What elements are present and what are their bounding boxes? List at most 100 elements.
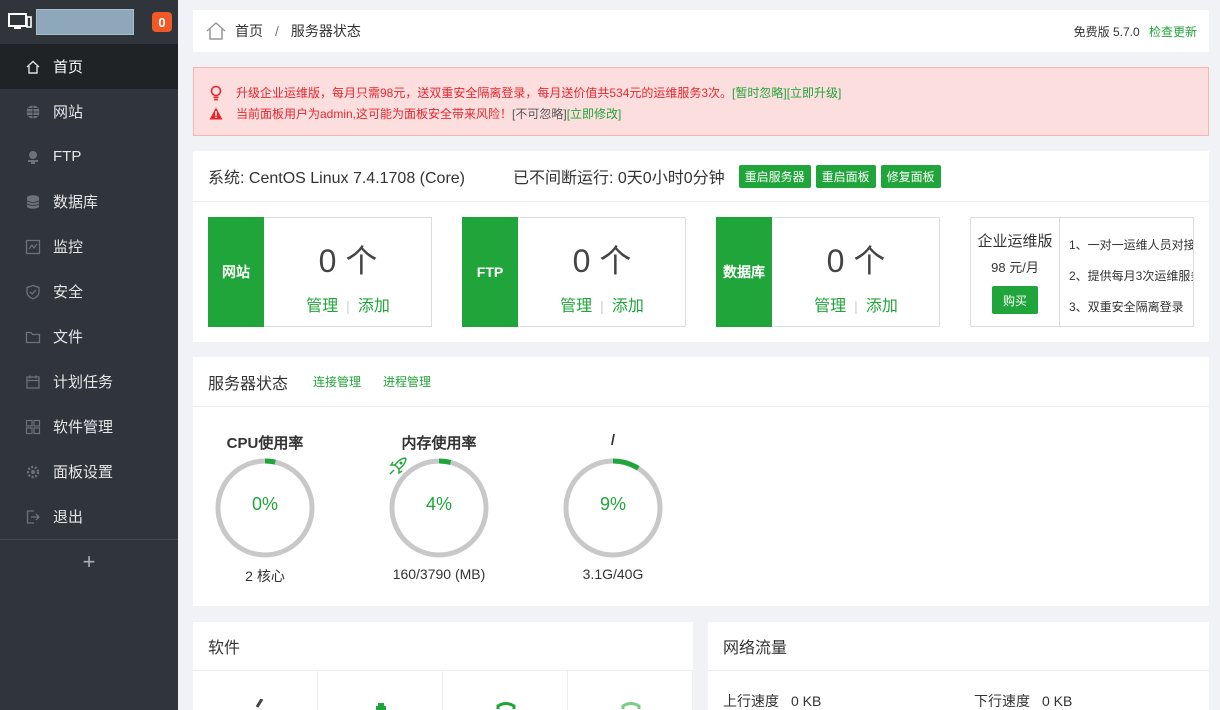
download-label: 下行速度: [974, 693, 1030, 709]
add-shortcut-button[interactable]: +: [0, 539, 178, 583]
memory-gauge[interactable]: 内存使用率 4% 160/3790 (MB): [379, 432, 499, 582]
bottle-icon: [376, 703, 386, 710]
process-manage-link[interactable]: 进程管理: [383, 373, 431, 390]
stat-count: 0 个: [826, 243, 886, 279]
sidebar-item-settings[interactable]: 面板设置: [0, 449, 178, 494]
alert-upgrade-text: 升级企业运维版，每月只需98元，送双重安全隔离登录，每月送价值共534元的运维服…: [236, 86, 733, 100]
sidebar: 0 首页 网站 FTP 数据库 监控 安全 文件 计划任务 软件管理 面板设置: [0, 0, 178, 710]
gauge-title: /: [610, 432, 616, 449]
network-panel: 网络流量 上行速度 0 KB 下行速度 0 KB: [708, 622, 1209, 710]
cannot-ignore-label: [不可忽略]: [512, 107, 567, 121]
sidebar-item-website[interactable]: 网站: [0, 89, 178, 134]
repair-panel-button[interactable]: 修复面板: [880, 164, 941, 188]
add-link[interactable]: 添加: [866, 298, 898, 315]
software-item[interactable]: [568, 671, 693, 710]
stat-divider: |: [600, 298, 604, 314]
upload-label: 上行速度: [723, 693, 779, 709]
enterprise-card: 企业运维版 98 元/月 购买 1、一对一运维人员对接 2、提供每月3次运维服务…: [970, 217, 1194, 327]
shield-icon: [621, 702, 641, 709]
add-link[interactable]: 添加: [358, 298, 390, 315]
upload-value: 0 KB: [791, 693, 822, 709]
sidebar-item-label: 首页: [53, 59, 84, 76]
database-stat-card: 数据库 0 个 管理 | 添加: [716, 217, 940, 327]
enterprise-price: 98 元/月: [991, 260, 1039, 275]
logout-icon: [25, 509, 41, 525]
calendar-icon: [25, 374, 41, 390]
sidebar-item-label: 安全: [53, 284, 84, 301]
network-title: 网络流量: [708, 622, 1209, 671]
ftp-stat-card: FTP 0 个 管理 | 添加: [462, 217, 686, 327]
tool-icon: [255, 699, 264, 708]
sidebar-item-label: 文件: [53, 329, 84, 346]
gauge-detail: 3.1G/40G: [582, 566, 644, 582]
stat-divider: |: [854, 298, 858, 314]
version-info: 免费版 5.7.0 检查更新: [1074, 23, 1197, 40]
gauge-ring: 9%: [561, 456, 665, 560]
gauge-percent: 9%: [599, 494, 626, 514]
uptime-info: 已不间断运行: 0天0小时0分钟: [513, 170, 725, 187]
sidebar-item-security[interactable]: 安全: [0, 269, 178, 314]
database-icon: [25, 194, 41, 210]
warning-alert: 升级企业运维版，每月只需98元，送双重安全隔离登录，每月送价值共534元的运维服…: [193, 67, 1209, 136]
sidebar-item-monitor[interactable]: 监控: [0, 224, 178, 269]
software-panel: 软件: [193, 622, 693, 710]
gauge-percent: 4%: [425, 494, 452, 514]
notification-badge[interactable]: 0: [152, 12, 172, 32]
breadcrumb-home[interactable]: 首页: [235, 21, 263, 41]
check-update-link[interactable]: 检查更新: [1149, 25, 1197, 39]
sidebar-item-label: 网站: [53, 104, 84, 121]
sidebar-item-files[interactable]: 文件: [0, 314, 178, 359]
alert-admin-text: 当前面板用户为admin,这可能为面板安全带来风险！: [236, 107, 513, 121]
cpu-gauge[interactable]: CPU使用率 0% 2 核心: [205, 432, 325, 586]
stat-count: 0 个: [572, 243, 632, 279]
sidebar-item-database[interactable]: 数据库: [0, 179, 178, 224]
warning-icon: [208, 107, 224, 120]
folder-icon: [25, 329, 41, 345]
restart-panel-button[interactable]: 重启面板: [815, 164, 876, 188]
restart-server-button[interactable]: 重启服务器: [738, 164, 811, 188]
rocket-icon[interactable]: [387, 456, 409, 476]
sidebar-item-logout[interactable]: 退出: [0, 494, 178, 539]
software-grid: [193, 671, 693, 710]
alert-upgrade-row: 升级企业运维版，每月只需98元，送双重安全隔离登录，每月送价值共534元的运维服…: [208, 82, 1208, 103]
sidebar-item-label: 软件管理: [53, 419, 114, 436]
software-item[interactable]: [193, 671, 318, 710]
connection-manage-link[interactable]: 连接管理: [313, 373, 361, 390]
breadcrumb-current: 服务器状态: [290, 23, 361, 39]
feature-item: 3、双重安全隔离登录: [1069, 300, 1184, 314]
ftp-icon: [25, 149, 41, 165]
enterprise-offer: 企业运维版 98 元/月 购买: [971, 218, 1060, 326]
disk-gauge[interactable]: / 9% 3.1G/40G: [553, 432, 673, 582]
upgrade-now-link[interactable]: [立即升级]: [787, 84, 842, 101]
monitor-icon: [25, 239, 41, 255]
system-panel: 系统: CentOS Linux 7.4.1708 (Core) 已不间断运行:…: [193, 151, 1209, 342]
gauge-detail: 160/3790 (MB): [392, 566, 486, 582]
stat-actions: 管理 | 添加: [773, 292, 939, 316]
stat-count: 0 个: [318, 243, 378, 279]
buy-button[interactable]: 购买: [992, 286, 1038, 314]
lightbulb-icon: [208, 85, 224, 101]
modify-now-link[interactable]: [立即修改]: [567, 105, 622, 122]
add-link[interactable]: 添加: [612, 298, 644, 315]
sidebar-item-label: 计划任务: [53, 374, 114, 391]
gear-icon: [25, 464, 41, 480]
breadcrumb-separator: /: [275, 23, 279, 39]
sidebar-item-home[interactable]: 首页: [0, 44, 178, 89]
sidebar-header: 0: [0, 0, 178, 44]
sidebar-item-ftp[interactable]: FTP: [0, 134, 178, 179]
alert-admin-row: 当前面板用户为admin,这可能为面板安全带来风险！ [不可忽略] [立即修改]: [208, 103, 1208, 124]
ignore-temporarily-link[interactable]: [暂时忽略]: [732, 84, 787, 101]
software-item[interactable]: [443, 671, 568, 710]
manage-link[interactable]: 管理: [306, 298, 338, 315]
software-item[interactable]: [318, 671, 443, 710]
website-stat-card: 网站 0 个 管理 | 添加: [208, 217, 432, 327]
manage-link[interactable]: 管理: [814, 298, 846, 315]
home-icon[interactable]: [205, 20, 227, 42]
upload-speed: 上行速度 0 KB: [723, 691, 821, 710]
sidebar-item-label: FTP: [53, 148, 82, 165]
sidebar-item-cron[interactable]: 计划任务: [0, 359, 178, 404]
manage-link[interactable]: 管理: [560, 298, 592, 315]
stat-tag: 网站: [208, 217, 264, 327]
sidebar-item-software[interactable]: 软件管理: [0, 404, 178, 449]
feature-item: 2、提供每月3次运维服务: [1069, 269, 1193, 283]
